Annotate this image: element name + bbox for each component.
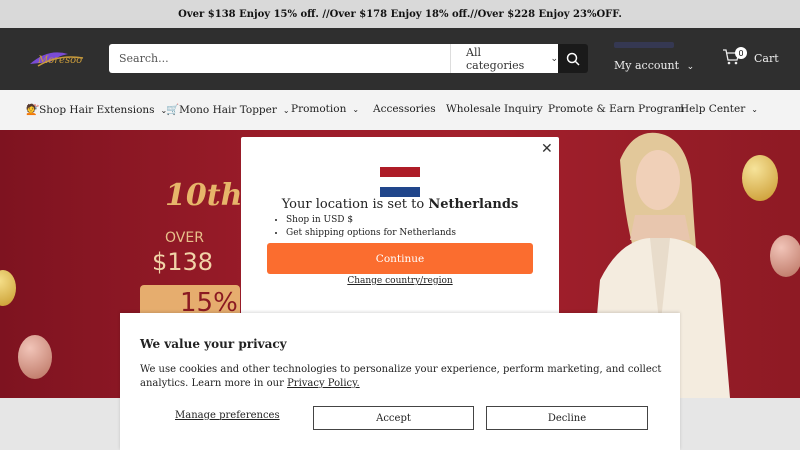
search-input[interactable]: Search...: [109, 44, 450, 73]
continue-button[interactable]: Continue: [267, 243, 533, 274]
change-country-link[interactable]: Change country/region: [241, 276, 559, 286]
nav-item-shop-hair-extensions[interactable]: 💇Shop Hair Extensions ⌄: [26, 103, 167, 116]
decline-button[interactable]: Decline: [486, 406, 648, 430]
account-label: My account: [614, 59, 680, 72]
main-nav: 💇Shop Hair Extensions ⌄ 🛒Mono Hair Topper…: [0, 90, 800, 130]
location-modal: ✕ Your location is set to Netherlands Sh…: [241, 137, 559, 315]
account-greeting-bar: [614, 42, 674, 48]
nav-label: Promotion: [291, 103, 347, 115]
privacy-policy-link[interactable]: Privacy Policy.: [287, 378, 360, 389]
chevron-down-icon: ⌄: [686, 62, 695, 72]
announcement-bar: Over $138 Enjoy 15% off. //Over $178 Enj…: [0, 0, 800, 28]
brand-logo[interactable]: Moresoo: [28, 46, 88, 72]
announcement-text: Over $138 Enjoy 15% off. //Over $178 Enj…: [178, 8, 622, 20]
privacy-title: We value your privacy: [140, 337, 287, 351]
close-icon[interactable]: ✕: [541, 141, 553, 157]
cart-label[interactable]: Cart: [754, 52, 779, 65]
site-header: Moresoo Search... All categories ⌄ My ac…: [0, 28, 800, 90]
category-select-label: All categories: [466, 45, 525, 72]
nav-item-promotion[interactable]: Promotion ⌄: [291, 103, 359, 115]
nav-item-wholesale-inquiry[interactable]: Wholesale Inquiry: [446, 103, 543, 115]
nav-item-mono-hair-topper[interactable]: 🛒Mono Hair Topper ⌄: [166, 103, 290, 116]
balloon-graphic: [18, 335, 52, 379]
chevron-down-icon: ⌄: [282, 106, 290, 115]
search-placeholder: Search...: [119, 52, 169, 65]
nav-label: Help Center: [680, 103, 746, 115]
netherlands-flag-icon: [380, 167, 420, 197]
list-item: Get shipping options for Netherlands: [286, 228, 456, 238]
balloon-graphic: [0, 270, 16, 306]
nav-item-accessories[interactable]: Accessories: [373, 103, 436, 115]
location-country: Netherlands: [428, 197, 519, 212]
category-select[interactable]: All categories ⌄: [450, 44, 558, 73]
nav-item-promote-earn[interactable]: Promote & Earn Program: [548, 103, 685, 115]
logo-text: Moresoo: [38, 55, 83, 66]
flag-stripe-white: [380, 177, 420, 187]
location-title: Your location is set to Netherlands: [241, 197, 559, 212]
flag-stripe-red: [380, 167, 420, 177]
chevron-down-icon: ⌄: [751, 105, 758, 114]
accept-button[interactable]: Accept: [313, 406, 474, 430]
hero-amount: $138: [152, 248, 214, 276]
chevron-down-icon: ⌄: [550, 53, 558, 64]
privacy-body-text: We use cookies and other technologies to…: [140, 364, 662, 389]
nav-label: Accessories: [373, 103, 436, 115]
hero-headline: 10th: [165, 178, 243, 213]
nav-label: Wholesale Inquiry: [446, 103, 543, 115]
nav-label: 💇Shop Hair Extensions: [26, 104, 155, 116]
manage-preferences-link[interactable]: Manage preferences: [175, 410, 280, 421]
privacy-description: We use cookies and other technologies to…: [140, 363, 665, 391]
hero-over-text: OVER: [165, 230, 204, 246]
nav-label: 🛒Mono Hair Topper: [166, 104, 277, 116]
search-icon: [566, 52, 580, 66]
balloon-graphic: [742, 155, 778, 201]
balloon-graphic: [770, 235, 800, 277]
chevron-down-icon: ⌄: [352, 105, 360, 114]
nav-item-help-center[interactable]: Help Center ⌄: [680, 103, 758, 115]
list-item: Shop in USD $: [286, 215, 456, 225]
account-menu[interactable]: My account ⌄: [614, 59, 694, 72]
location-title-prefix: Your location is set to: [281, 197, 429, 212]
flag-stripe-blue: [380, 187, 420, 197]
search-button[interactable]: [558, 44, 588, 73]
location-options-list: Shop in USD $ Get shipping options for N…: [286, 215, 456, 241]
nav-label: Promote & Earn Program: [548, 103, 685, 115]
cart-count-badge: 0: [735, 47, 747, 59]
privacy-banner: We value your privacy We use cookies and…: [120, 313, 680, 450]
